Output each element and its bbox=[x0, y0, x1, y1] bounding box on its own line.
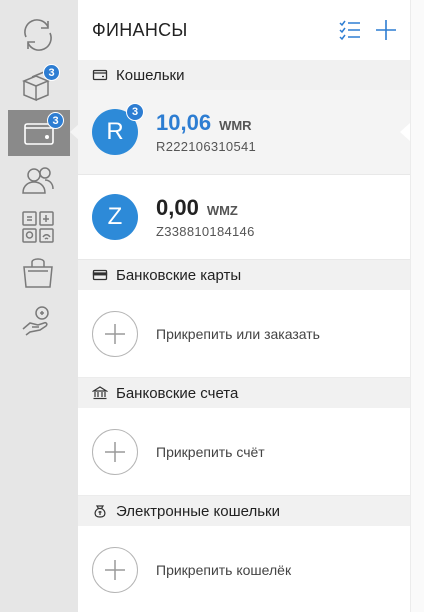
detail-pane-edge bbox=[410, 0, 424, 612]
add-icon[interactable] bbox=[374, 18, 398, 42]
wallet-info: 0,00 WMZ Z338810184146 bbox=[156, 195, 255, 239]
panel-header: ФИНАНСЫ bbox=[78, 0, 410, 60]
refresh-icon bbox=[24, 19, 52, 51]
shopping-bag-icon bbox=[23, 258, 53, 288]
rail-item-purchases[interactable]: 3 bbox=[10, 62, 66, 108]
attach-ewallet-label: Прикрепить кошелёк bbox=[156, 562, 292, 578]
attach-account-label: Прикрепить счёт bbox=[156, 443, 265, 460]
section-wallets-header: Кошельки bbox=[78, 60, 410, 90]
purchases-badge: 3 bbox=[43, 64, 60, 81]
attach-card-label: Прикрепить или заказать bbox=[156, 325, 320, 342]
wallet-avatar: R 3 bbox=[92, 103, 144, 155]
rail-item-payments[interactable] bbox=[10, 298, 66, 344]
wallet-amount: 0,00 bbox=[156, 195, 199, 220]
rail-item-finances[interactable]: 3 bbox=[8, 110, 70, 156]
wallet-info: 10,06 WMR R222106310541 bbox=[156, 110, 256, 154]
wallet-row-wmz[interactable]: Z 0,00 WMZ Z338810184146 bbox=[78, 175, 410, 260]
wallet-amount: 10,06 bbox=[156, 110, 212, 135]
wallet-id: R222106310541 bbox=[156, 139, 257, 154]
plus-icon bbox=[105, 560, 125, 580]
header-actions bbox=[338, 18, 398, 42]
section-ewallets-label: Электронные кошельки bbox=[116, 502, 280, 520]
utilities-icon bbox=[22, 211, 54, 243]
wallet-avatar-letter: R bbox=[106, 118, 124, 145]
attach-account-button[interactable] bbox=[92, 428, 138, 475]
rail-item-shop[interactable] bbox=[10, 250, 66, 296]
page-title: ФИНАНСЫ bbox=[92, 19, 188, 40]
contacts-icon bbox=[22, 167, 54, 194]
bank-icon bbox=[92, 386, 108, 400]
wallet-row-wmr[interactable]: R 3 10,06 WMR R222106310541 bbox=[78, 90, 410, 175]
attach-account-row[interactable]: Прикрепить счёт bbox=[78, 408, 410, 496]
wallet-avatar: Z bbox=[92, 194, 138, 240]
finances-panel: ФИНАНСЫ Кошельки R 3 10,06 WMR R22210631… bbox=[78, 0, 410, 612]
section-accounts-label: Банковские счета bbox=[116, 384, 239, 402]
detail-pointer bbox=[400, 123, 410, 141]
plus-icon bbox=[105, 323, 125, 344]
hand-coin-icon bbox=[22, 306, 49, 336]
wallet-badge: 3 bbox=[126, 103, 144, 121]
rail-item-contacts[interactable] bbox=[10, 158, 66, 204]
sort-list-icon[interactable] bbox=[338, 18, 362, 42]
finances-badge: 3 bbox=[47, 112, 64, 129]
section-accounts-header: Банковские счета bbox=[78, 378, 410, 408]
attach-ewallet-button[interactable] bbox=[92, 547, 138, 593]
wallet-id: Z338810184146 bbox=[156, 224, 255, 239]
attach-card-button[interactable] bbox=[92, 310, 138, 357]
wallet-currency: WMZ bbox=[206, 203, 238, 218]
wallet-avatar-letter: Z bbox=[107, 203, 123, 230]
section-wallets-label: Кошельки bbox=[116, 66, 185, 84]
section-cards-label: Банковские карты bbox=[116, 266, 242, 284]
money-bag-icon bbox=[94, 505, 106, 518]
attach-card-row[interactable]: Прикрепить или заказать bbox=[78, 290, 410, 378]
rail-item-refresh[interactable] bbox=[10, 12, 66, 58]
section-cards-header: Банковские карты bbox=[78, 260, 410, 290]
navigation-rail: 3 3 bbox=[0, 0, 78, 612]
section-ewallets-header: Электронные кошельки bbox=[78, 496, 410, 526]
wallet-small-icon bbox=[92, 69, 108, 81]
wallet-currency: WMR bbox=[219, 118, 252, 133]
plus-icon bbox=[105, 441, 125, 462]
rail-item-utilities[interactable] bbox=[10, 204, 66, 250]
credit-card-icon bbox=[92, 269, 108, 281]
attach-ewallet-row[interactable]: Прикрепить кошелёк bbox=[78, 526, 410, 612]
